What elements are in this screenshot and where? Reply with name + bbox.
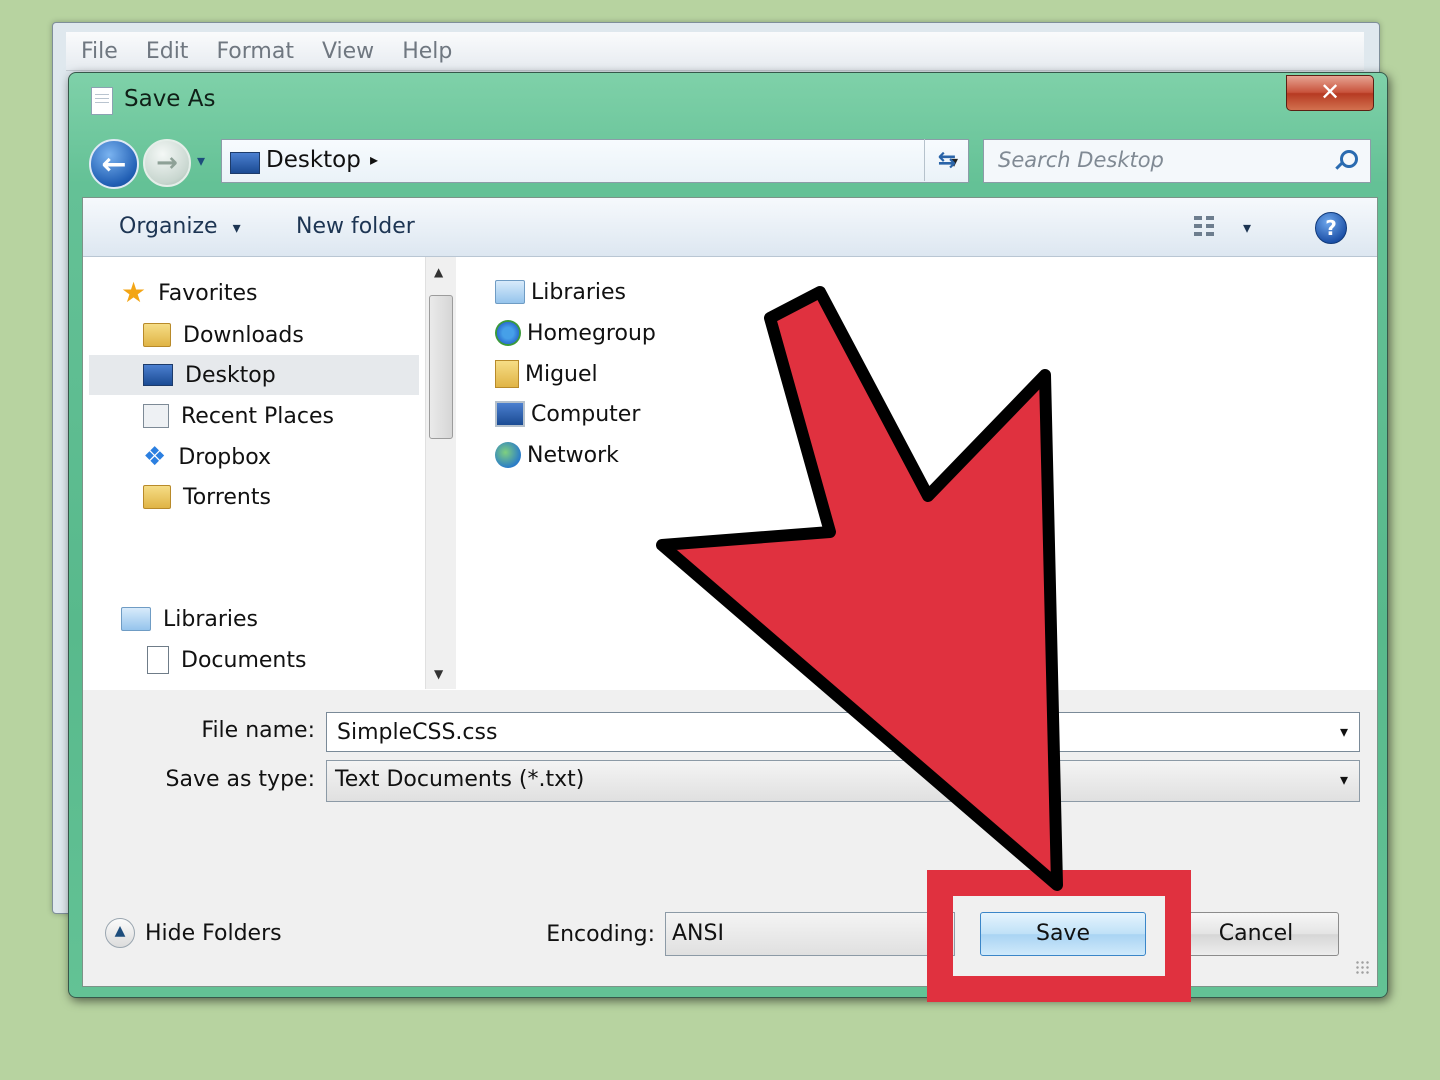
- resize-grip[interactable]: [1355, 960, 1371, 976]
- encoding-label: Encoding:: [546, 922, 655, 947]
- refresh-icon[interactable]: ⇆: [924, 139, 969, 181]
- file-item-label: Network: [527, 442, 619, 468]
- dialog-content-panel: Organize ▾ New folder ▾ ? ★ Favorites Do…: [82, 197, 1378, 987]
- scroll-up-arrow-icon[interactable]: ▲: [434, 265, 443, 279]
- command-toolbar: Organize ▾ New folder ▾ ?: [83, 198, 1377, 257]
- forward-button[interactable]: →: [143, 139, 191, 187]
- nav-item-torrents[interactable]: Torrents: [143, 477, 271, 517]
- background-menu-bar: File Edit Format View Help: [66, 32, 1364, 71]
- nav-item-label: Libraries: [163, 606, 259, 632]
- document-icon: [147, 646, 169, 674]
- file-name-field[interactable]: [326, 712, 1360, 752]
- save-as-type-dropdown-icon[interactable]: ▾: [1340, 770, 1348, 789]
- libraries-icon: [495, 280, 525, 304]
- address-location[interactable]: Desktop: [266, 147, 361, 173]
- nav-item-label: Recent Places: [181, 403, 334, 429]
- menu-help[interactable]: Help: [387, 39, 465, 64]
- save-as-type-label: Save as type:: [165, 767, 316, 792]
- save-highlight-box: [927, 870, 1191, 1002]
- search-box[interactable]: [983, 139, 1371, 183]
- help-icon[interactable]: ?: [1315, 212, 1347, 244]
- scroll-down-arrow-icon[interactable]: ▼: [434, 667, 443, 681]
- change-view-icon[interactable]: [1194, 216, 1222, 238]
- nav-item-recent-places[interactable]: Recent Places: [143, 396, 334, 436]
- navigation-pane: ★ Favorites Downloads Desktop Recent Pla…: [83, 257, 423, 689]
- file-item-computer[interactable]: Computer: [495, 396, 640, 432]
- menu-edit[interactable]: Edit: [131, 39, 202, 64]
- file-item-label: Libraries: [531, 279, 627, 305]
- dialog-title: Save As: [124, 86, 216, 112]
- file-item-miguel[interactable]: Miguel: [495, 356, 598, 392]
- chevron-down-icon: ▾: [232, 218, 241, 237]
- search-input[interactable]: [998, 148, 1318, 172]
- organize-button[interactable]: Organize ▾: [119, 214, 241, 239]
- nav-item-documents[interactable]: Documents: [147, 640, 306, 680]
- hide-folders-label: Hide Folders: [145, 920, 282, 946]
- file-name-dropdown-icon[interactable]: ▾: [1340, 722, 1348, 741]
- view-options-dropdown-icon[interactable]: ▾: [1243, 218, 1251, 237]
- notepad-icon: [91, 87, 113, 115]
- file-item-label: Computer: [531, 401, 641, 427]
- nav-item-dropbox[interactable]: ❖ Dropbox: [143, 437, 271, 477]
- file-item-network[interactable]: Network: [495, 437, 619, 473]
- computer-icon: [495, 401, 525, 427]
- search-icon[interactable]: [1340, 150, 1358, 168]
- nav-item-label: Desktop: [185, 362, 276, 388]
- chevron-right-icon[interactable]: ▸: [370, 150, 378, 169]
- nav-item-desktop[interactable]: Desktop: [89, 355, 419, 395]
- star-icon: ★: [121, 276, 147, 309]
- user-folder-icon: [495, 360, 519, 388]
- close-button[interactable]: ✕: [1286, 75, 1374, 111]
- back-button[interactable]: ←: [89, 139, 139, 189]
- libraries-icon: [121, 607, 151, 631]
- file-item-libraries[interactable]: Libraries: [495, 274, 626, 310]
- cancel-button[interactable]: Cancel: [1173, 912, 1339, 956]
- nav-item-label: Downloads: [183, 322, 304, 348]
- homegroup-icon: [495, 320, 521, 346]
- nav-item-libraries[interactable]: Libraries: [121, 599, 258, 639]
- menu-format[interactable]: Format: [201, 39, 307, 64]
- nav-item-label: Dropbox: [178, 444, 272, 470]
- file-name-label: File name:: [201, 718, 315, 743]
- encoding-select[interactable]: ANSI: [665, 912, 955, 956]
- file-item-homegroup[interactable]: Homegroup: [495, 315, 656, 351]
- network-icon: [495, 442, 521, 468]
- collapse-up-icon: ▲: [105, 918, 135, 948]
- desktop-icon: [230, 152, 260, 174]
- recent-places-icon: [143, 404, 169, 428]
- nav-item-label: Favorites: [158, 280, 258, 306]
- nav-item-label: Documents: [181, 647, 307, 673]
- file-item-label: Miguel: [525, 361, 598, 387]
- nav-item-downloads[interactable]: Downloads: [143, 315, 304, 355]
- folder-icon: [143, 485, 171, 509]
- save-as-dialog: Save As ✕ ← → ▾ Desktop ▸ ▾ ⇆ Organize ▾…: [68, 72, 1388, 998]
- dropbox-icon: ❖: [143, 442, 167, 472]
- new-folder-button[interactable]: New folder: [296, 214, 415, 239]
- save-as-type-select[interactable]: Text Documents (*.txt): [326, 760, 1360, 802]
- nav-item-label: Torrents: [183, 484, 271, 510]
- menu-view[interactable]: View: [307, 39, 387, 64]
- nav-item-favorites[interactable]: ★ Favorites: [121, 273, 258, 313]
- menu-file[interactable]: File: [66, 39, 131, 64]
- scrollbar-thumb[interactable]: [429, 295, 453, 439]
- downloads-folder-icon: [143, 323, 171, 347]
- nav-pane-scrollbar[interactable]: ▲ ▼: [425, 257, 456, 689]
- file-item-label: Homegroup: [527, 320, 656, 346]
- organize-label: Organize: [119, 214, 218, 239]
- hide-folders-button[interactable]: ▲ Hide Folders: [105, 918, 282, 948]
- desktop-icon: [143, 364, 173, 386]
- address-bar[interactable]: Desktop ▸ ▾: [221, 139, 969, 183]
- recent-locations-dropdown[interactable]: ▾: [197, 151, 205, 170]
